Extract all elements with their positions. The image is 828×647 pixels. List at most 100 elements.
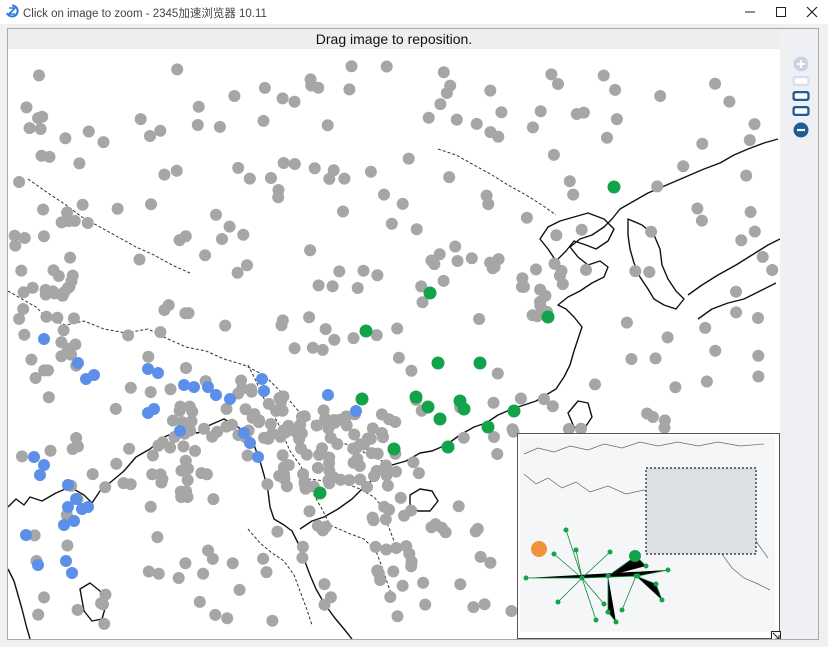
green-marker <box>355 392 369 406</box>
grey-marker <box>654 90 667 102</box>
grey-marker <box>180 362 192 374</box>
grey-marker <box>538 393 550 406</box>
grey-marker <box>38 364 51 377</box>
close-button[interactable] <box>795 0 828 24</box>
grey-marker <box>610 113 623 126</box>
grey-marker <box>744 206 757 218</box>
grey-marker <box>487 396 500 409</box>
grey-marker <box>271 525 284 538</box>
grey-marker <box>233 583 246 596</box>
grey-marker <box>552 78 564 90</box>
zoom-in-icon[interactable] <box>792 55 810 73</box>
network-node <box>635 573 641 579</box>
grey-marker <box>73 157 86 170</box>
resize-handle-icon[interactable] <box>771 631 781 640</box>
drag-hint: Drag image to reposition. <box>315 31 473 47</box>
grey-marker <box>166 414 179 427</box>
grey-marker <box>391 322 404 335</box>
grey-marker <box>86 468 99 481</box>
grey-marker <box>16 450 28 463</box>
grey-marker <box>221 612 234 625</box>
grey-marker <box>144 386 157 399</box>
grey-marker <box>454 578 467 591</box>
minimize-button[interactable] <box>733 0 767 24</box>
grey-marker <box>467 601 480 614</box>
grey-marker <box>133 253 146 266</box>
grey-marker <box>478 598 491 611</box>
grey-marker <box>547 148 560 161</box>
grey-marker <box>216 233 228 245</box>
grey-marker <box>231 266 244 279</box>
grey-marker <box>278 472 291 485</box>
grey-marker <box>580 263 592 276</box>
grey-marker <box>52 270 65 282</box>
grey-marker <box>752 370 765 383</box>
grey-marker <box>488 260 501 273</box>
grey-marker <box>179 307 192 320</box>
blue-marker <box>34 469 46 481</box>
grey-marker <box>97 136 110 149</box>
grey-marker <box>175 491 188 503</box>
zoom-level-3[interactable] <box>792 105 810 117</box>
grey-marker <box>241 449 254 462</box>
grey-marker <box>661 331 674 344</box>
grey-marker <box>516 272 529 285</box>
grey-marker <box>361 481 373 493</box>
zoom-out-icon[interactable] <box>792 121 810 139</box>
green-marker <box>423 286 437 300</box>
maximize-icon <box>776 7 786 17</box>
grey-marker <box>206 430 219 443</box>
grey-marker <box>392 351 405 364</box>
grey-marker <box>318 598 331 611</box>
minimap-viewport[interactable] <box>645 467 757 555</box>
image-viewer[interactable]: Drag image to reposition. <box>7 28 819 640</box>
grey-marker <box>435 521 448 534</box>
grey-marker <box>257 552 270 565</box>
grey-marker <box>13 176 26 188</box>
grey-marker <box>67 312 80 325</box>
grey-marker <box>81 217 94 229</box>
grey-marker <box>337 205 349 218</box>
grey-marker <box>396 197 409 210</box>
minimap-overview[interactable] <box>517 433 780 639</box>
grey-marker <box>658 421 671 434</box>
green-marker <box>431 356 445 370</box>
grey-marker <box>51 311 64 324</box>
grey-marker <box>182 462 194 475</box>
blue-marker <box>32 559 44 571</box>
blue-marker <box>238 427 250 439</box>
network-node <box>563 527 569 533</box>
grey-marker <box>304 244 317 257</box>
zoom-level-2[interactable] <box>792 90 810 102</box>
grey-marker <box>177 440 190 453</box>
grey-marker <box>142 565 155 578</box>
network-node <box>601 601 607 607</box>
grey-marker <box>142 350 155 363</box>
grey-marker <box>422 111 435 124</box>
grey-marker <box>276 92 289 105</box>
maximize-button[interactable] <box>764 0 798 24</box>
grey-marker <box>548 257 561 270</box>
grey-marker <box>172 572 185 584</box>
grey-marker <box>303 311 316 324</box>
grey-marker <box>20 101 33 114</box>
grey-marker <box>364 165 377 178</box>
grey-marker <box>228 90 241 102</box>
grey-marker <box>752 349 765 362</box>
blue-marker <box>256 373 268 385</box>
grey-marker <box>484 556 497 569</box>
grey-marker <box>495 106 508 119</box>
grey-marker <box>354 438 367 451</box>
grey-marker <box>370 329 383 342</box>
grey-marker <box>61 206 74 219</box>
grey-marker <box>237 228 250 241</box>
grey-marker <box>306 341 319 354</box>
grey-marker <box>367 514 380 527</box>
grey-marker <box>197 567 210 580</box>
grey-marker <box>597 69 610 82</box>
grey-marker <box>695 214 708 227</box>
grey-marker <box>371 447 384 460</box>
grey-marker <box>25 353 38 366</box>
zoom-level-1[interactable] <box>792 75 810 87</box>
grey-marker <box>457 431 470 444</box>
